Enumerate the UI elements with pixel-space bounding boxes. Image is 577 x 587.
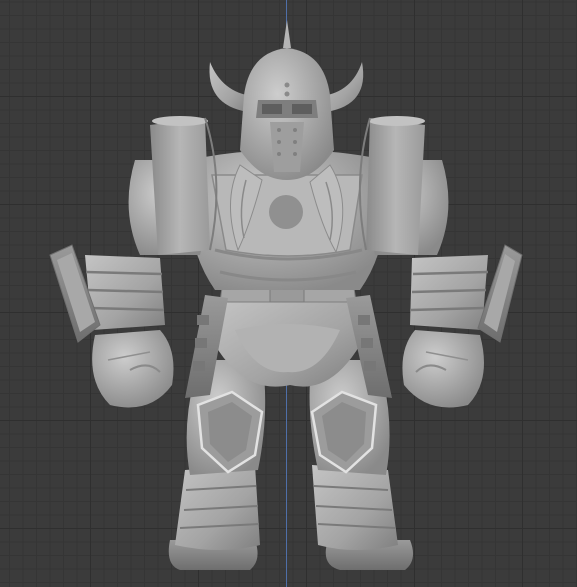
left-shoulder-pad: [150, 116, 218, 255]
left-boot: [175, 465, 260, 550]
3d-viewport[interactable]: [0, 0, 577, 587]
right-fist: [402, 330, 484, 408]
warrior-model[interactable]: [0, 0, 577, 587]
left-fist: [92, 330, 174, 408]
right-boot: [312, 465, 398, 550]
helmet: [240, 20, 334, 180]
belt: [219, 287, 357, 303]
helmet-spike: [283, 20, 291, 48]
right-bracer: [410, 255, 489, 330]
right-shoulder-pad: [358, 116, 425, 255]
